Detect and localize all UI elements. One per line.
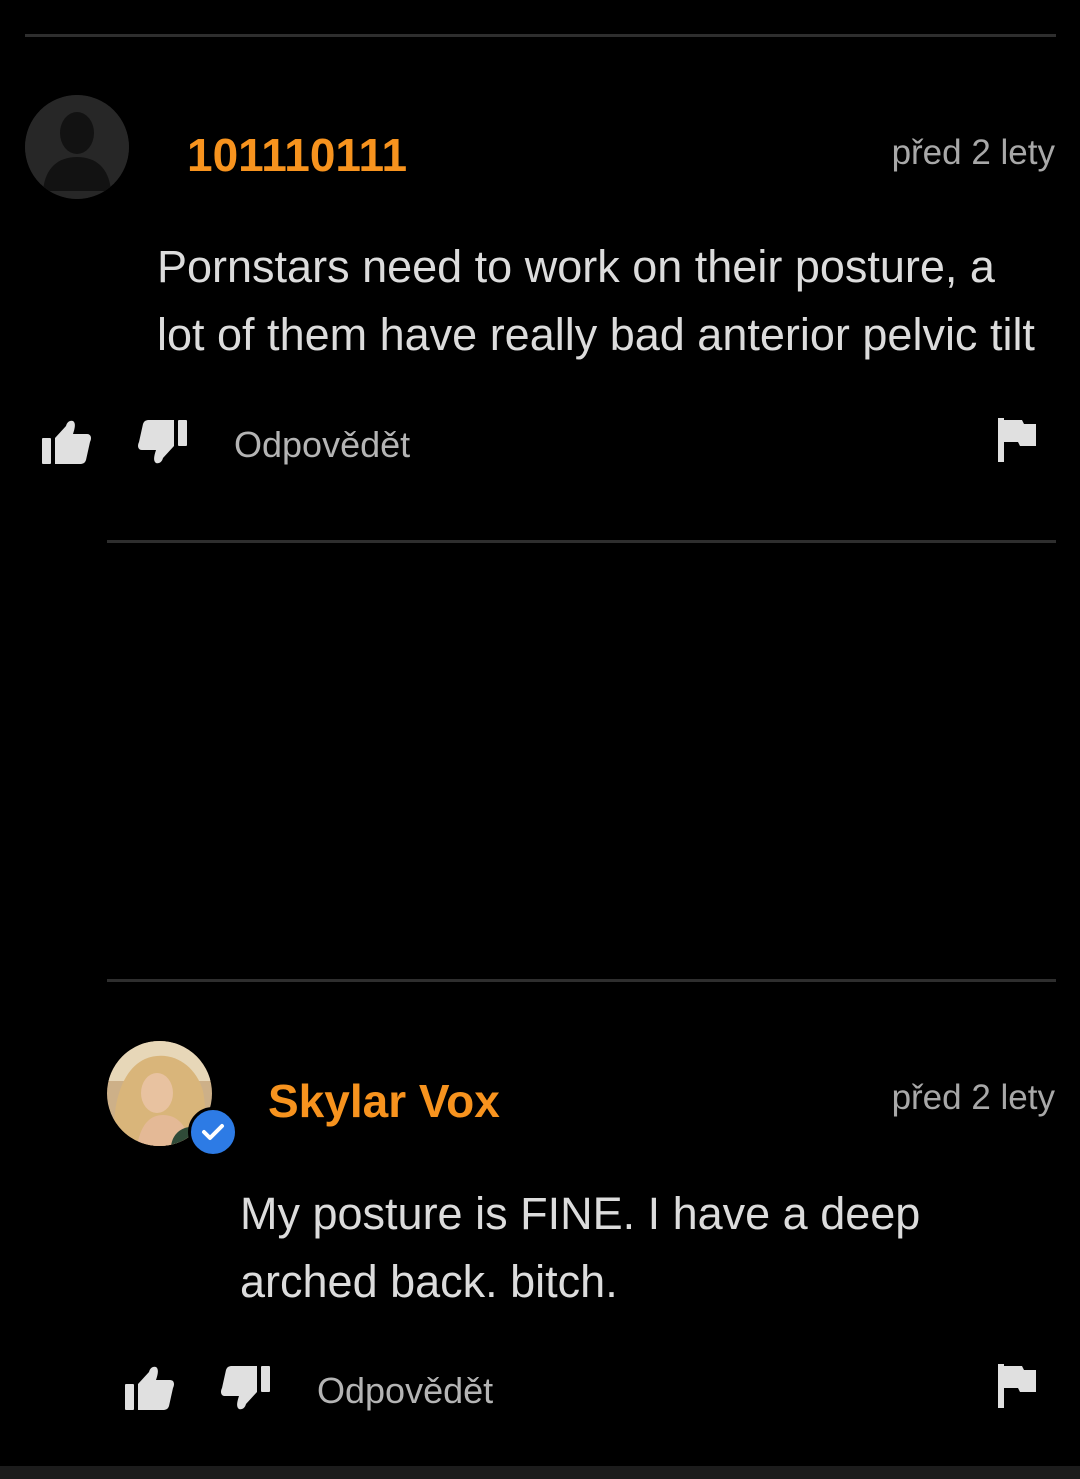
flag-icon[interactable] (998, 1364, 1038, 1408)
username[interactable]: Skylar Vox (268, 1074, 500, 1128)
timestamp: před 2 lety (891, 133, 1055, 172)
check-icon (202, 1124, 224, 1140)
thumbs-down-icon[interactable] (137, 418, 189, 466)
thumbs-up-icon[interactable] (123, 1364, 175, 1412)
top-divider (25, 34, 1056, 37)
username[interactable]: 101110111 (187, 128, 407, 182)
timestamp: před 2 lety (891, 1078, 1055, 1117)
verified-badge (188, 1107, 238, 1157)
comment-line: Pornstars need to work on their posture,… (157, 241, 995, 292)
reply-divider (107, 979, 1056, 982)
reply-link[interactable]: Odpovědět (234, 424, 410, 466)
bottom-bar (0, 1466, 1080, 1479)
comment-line: My posture is FINE. I have a deep (240, 1188, 921, 1239)
comment-text: Pornstars need to work on their posture,… (157, 233, 1035, 369)
flag-icon[interactable] (998, 418, 1038, 462)
reply-link[interactable]: Odpovědět (317, 1370, 493, 1412)
thumbs-up-icon[interactable] (40, 418, 92, 466)
comment-line: lot of them have really bad anterior pel… (157, 309, 1035, 360)
comments-page: 101110111 před 2 lety Pornstars need to … (0, 0, 1080, 1479)
comment-text: My posture is FINE. I have a deep arched… (240, 1180, 920, 1316)
user-silhouette-icon (25, 95, 129, 199)
thumbs-down-icon[interactable] (220, 1364, 272, 1412)
comment-line: arched back. bitch. (240, 1256, 618, 1307)
avatar[interactable] (25, 95, 129, 199)
reply-divider (107, 540, 1056, 543)
